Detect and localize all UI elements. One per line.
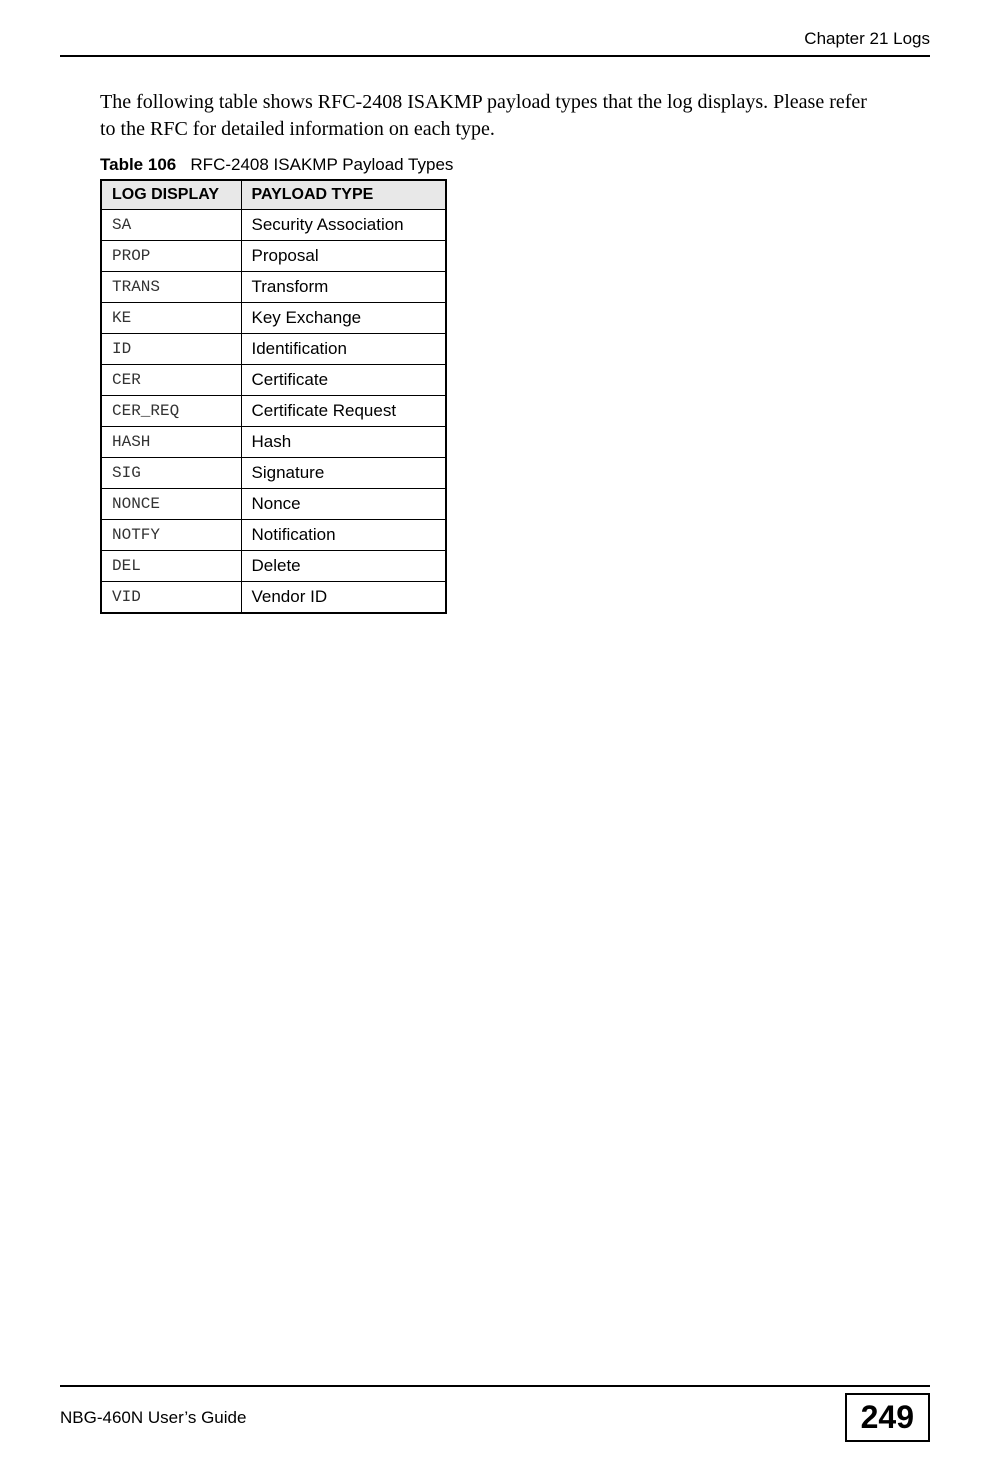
log-display-cell: SA	[101, 210, 241, 241]
table-caption: Table 106 RFC-2408 ISAKMP Payload Types	[100, 155, 930, 175]
table-row: VIDVendor ID	[101, 582, 446, 614]
table-row: DELDelete	[101, 551, 446, 582]
log-display-cell: KE	[101, 303, 241, 334]
payload-type-cell: Vendor ID	[241, 582, 446, 614]
log-display-cell: PROP	[101, 241, 241, 272]
header-rule	[60, 55, 930, 57]
log-display-cell: TRANS	[101, 272, 241, 303]
log-display-cell: VID	[101, 582, 241, 614]
table-row: NOTFYNotification	[101, 520, 446, 551]
table-row: NONCENonce	[101, 489, 446, 520]
payload-type-cell: Notification	[241, 520, 446, 551]
payload-type-cell: Security Association	[241, 210, 446, 241]
table-row: SASecurity Association	[101, 210, 446, 241]
page-header: Chapter 21 Logs	[60, 25, 930, 55]
log-display-cell: ID	[101, 334, 241, 365]
payload-type-cell: Key Exchange	[241, 303, 446, 334]
chapter-title: Chapter 21 Logs	[804, 29, 930, 48]
payload-type-cell: Transform	[241, 272, 446, 303]
payload-type-cell: Certificate	[241, 365, 446, 396]
col-header-log-display: LOG DISPLAY	[101, 180, 241, 210]
log-display-cell: HASH	[101, 427, 241, 458]
payload-type-cell: Proposal	[241, 241, 446, 272]
table-row: SIGSignature	[101, 458, 446, 489]
payload-type-cell: Delete	[241, 551, 446, 582]
col-header-payload-type: PAYLOAD TYPE	[241, 180, 446, 210]
payload-type-cell: Hash	[241, 427, 446, 458]
page-number: 249	[845, 1393, 930, 1442]
page-footer: NBG-460N User’s Guide 249	[60, 1385, 930, 1442]
table-row: CERCertificate	[101, 365, 446, 396]
table-number: Table 106	[100, 155, 176, 174]
log-display-cell: DEL	[101, 551, 241, 582]
intro-paragraph: The following table shows RFC-2408 ISAKM…	[100, 89, 870, 143]
table-row: TRANSTransform	[101, 272, 446, 303]
log-display-cell: SIG	[101, 458, 241, 489]
payload-type-cell: Identification	[241, 334, 446, 365]
payload-type-cell: Signature	[241, 458, 446, 489]
table-row: PROPProposal	[101, 241, 446, 272]
table-row: IDIdentification	[101, 334, 446, 365]
log-display-cell: CER	[101, 365, 241, 396]
table-title: RFC-2408 ISAKMP Payload Types	[190, 155, 453, 174]
guide-name: NBG-460N User’s Guide	[60, 1408, 246, 1428]
log-display-cell: NONCE	[101, 489, 241, 520]
payload-type-cell: Certificate Request	[241, 396, 446, 427]
table-row: CER_REQCertificate Request	[101, 396, 446, 427]
table-row: KEKey Exchange	[101, 303, 446, 334]
table-row: HASHHash	[101, 427, 446, 458]
payload-table: LOG DISPLAY PAYLOAD TYPE SASecurity Asso…	[100, 179, 447, 614]
log-display-cell: CER_REQ	[101, 396, 241, 427]
payload-type-cell: Nonce	[241, 489, 446, 520]
log-display-cell: NOTFY	[101, 520, 241, 551]
main-content: The following table shows RFC-2408 ISAKM…	[60, 61, 930, 1385]
